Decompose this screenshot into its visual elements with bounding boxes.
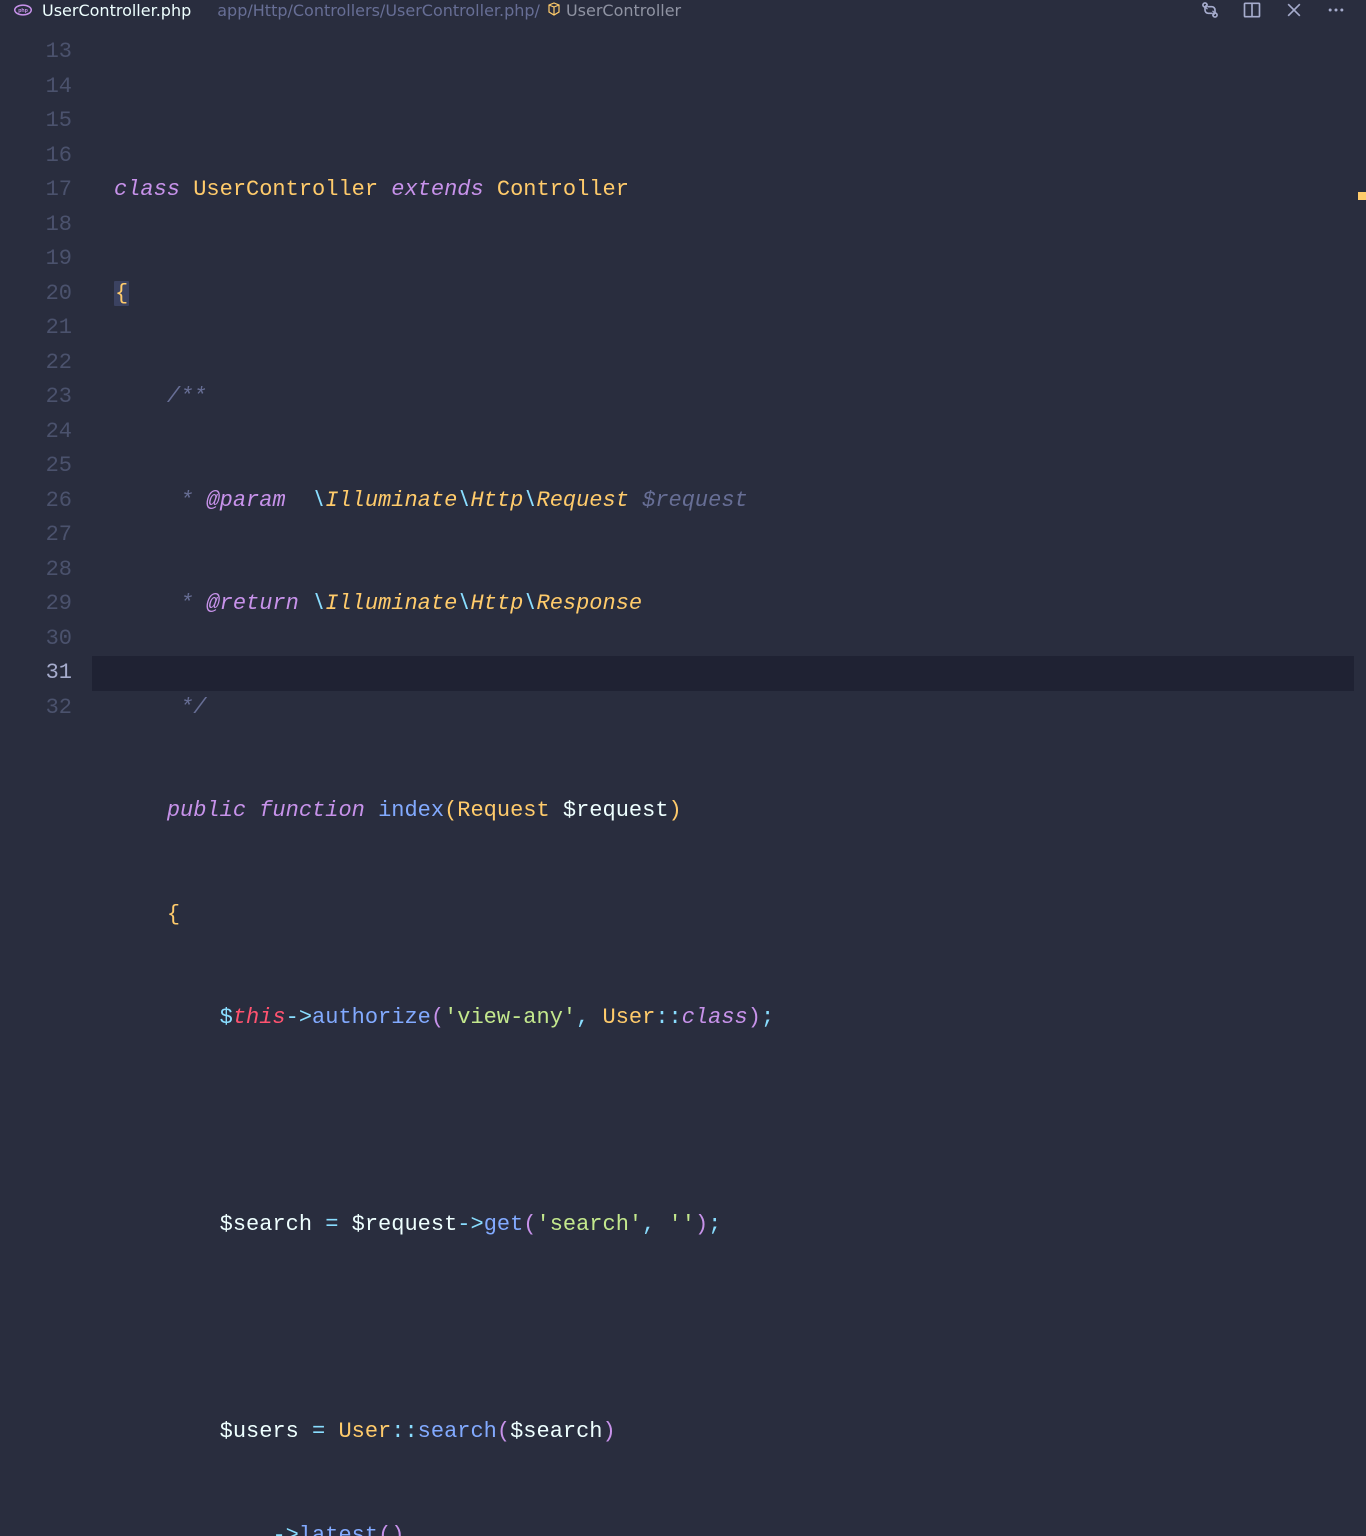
line-number: 20 [0,277,72,312]
line-number: 17 [0,173,72,208]
current-line-highlight [92,656,1354,691]
change-marker [1358,192,1366,200]
tab-bar: php UserController.php app/Http/Controll… [0,0,1366,20]
breadcrumb-symbol: UserController [566,1,681,20]
line-number: 15 [0,104,72,139]
symbol-icon [546,1,562,20]
code-content[interactable]: class UserController extends Controller … [92,20,1366,1536]
line-number: 32 [0,691,72,726]
editor-tab[interactable]: php UserController.php [0,0,205,20]
line-number: 23 [0,380,72,415]
tab-filename: UserController.php [42,1,191,20]
compare-changes-icon[interactable] [1200,0,1220,20]
line-number: 24 [0,415,72,450]
line-number-gutter: 1314151617181920212223242526272829303132 [0,20,92,1536]
breadcrumb-path: app/Http/Controllers/UserController.php/ [217,1,540,20]
breadcrumb[interactable]: app/Http/Controllers/UserController.php/… [205,0,1180,20]
line-number: 13 [0,35,72,70]
close-icon[interactable] [1284,0,1304,20]
line-number: 14 [0,70,72,105]
code-editor[interactable]: 1314151617181920212223242526272829303132… [0,20,1366,1536]
line-number: 22 [0,346,72,381]
line-number: 21 [0,311,72,346]
svg-text:php: php [18,8,28,14]
line-number: 19 [0,242,72,277]
line-number: 25 [0,449,72,484]
line-number: 26 [0,484,72,519]
line-number: 27 [0,518,72,553]
line-number: 18 [0,208,72,243]
line-number: 28 [0,553,72,588]
line-number: 30 [0,622,72,657]
line-number: 29 [0,587,72,622]
more-actions-icon[interactable] [1326,0,1346,20]
split-editor-icon[interactable] [1242,0,1262,20]
line-number: 16 [0,139,72,174]
line-number: 31 [0,656,72,691]
tab-actions [1180,0,1366,20]
php-file-icon: php [14,1,32,19]
